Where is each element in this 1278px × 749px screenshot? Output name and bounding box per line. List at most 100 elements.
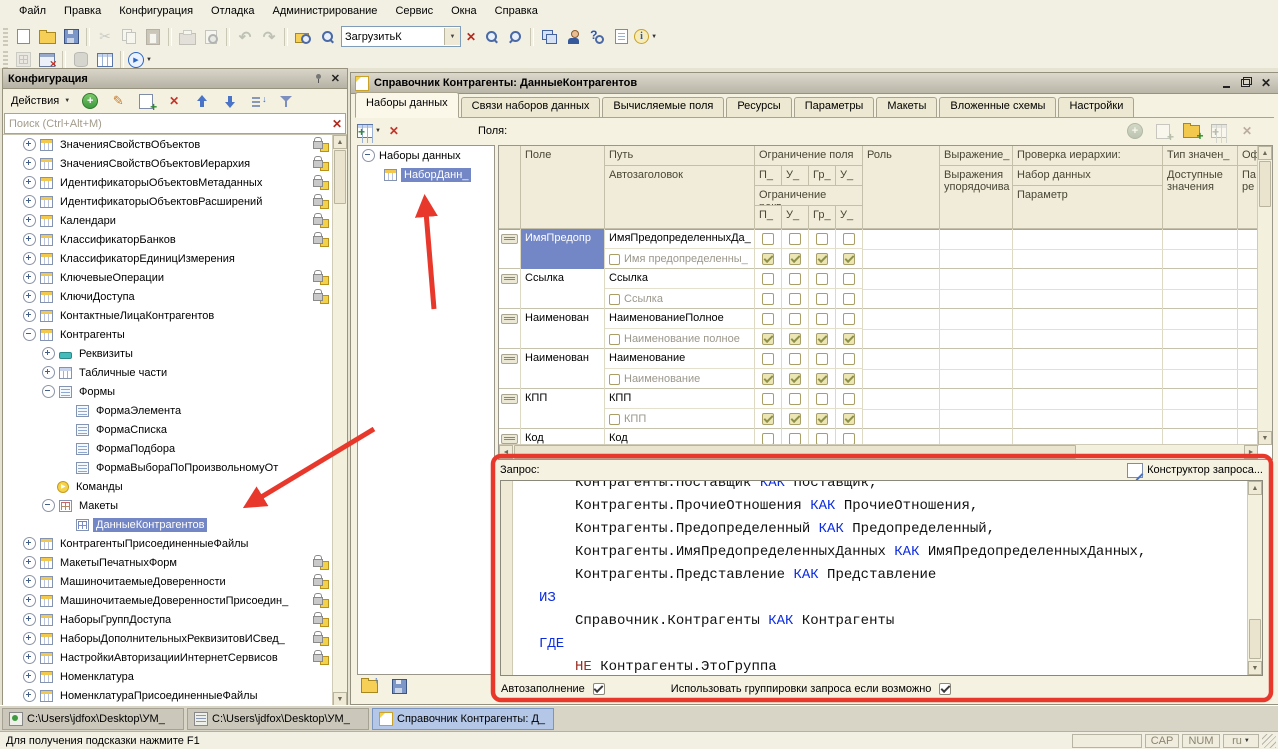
attr-restriction-checkbox[interactable] [843, 293, 855, 305]
restriction-checkbox[interactable] [843, 313, 855, 325]
attr-restriction-checkbox[interactable] [789, 253, 801, 265]
tree-item-формаподбора[interactable]: ФормаПодбора [3, 439, 347, 458]
field-name-cell[interactable]: КПП [521, 389, 605, 429]
tab-вложенные-схемы[interactable]: Вложенные схемы [939, 97, 1056, 117]
menu-item-1[interactable]: Файл [10, 2, 55, 20]
restriction-checkbox[interactable] [843, 393, 855, 405]
expand-icon[interactable] [23, 556, 36, 569]
info-button[interactable]: ▼ [634, 27, 657, 47]
delete-dataset-button[interactable] [383, 121, 405, 141]
attr-restriction-checkbox[interactable] [789, 413, 801, 425]
toolbar-grip[interactable] [3, 28, 8, 46]
scroll-down-icon[interactable]: ▼ [1248, 661, 1262, 675]
scroll-down-icon[interactable]: ▼ [1258, 431, 1272, 445]
attr-restriction-checkbox[interactable] [762, 333, 774, 345]
header-cell-mini-2[interactable]: Гр_ [809, 166, 836, 186]
clear-combobox-icon[interactable]: ✕ [463, 30, 479, 44]
tree-item-календари[interactable]: Календари [3, 211, 347, 230]
attr-restriction-checkbox[interactable] [843, 413, 855, 425]
filter-button[interactable] [277, 94, 295, 109]
expand-icon[interactable] [23, 613, 36, 626]
restriction-checkbox[interactable] [762, 353, 774, 365]
header-cell-corner[interactable] [499, 146, 521, 229]
scroll-thumb[interactable] [514, 445, 1076, 459]
tree-item-классификаторбанков[interactable]: КлассификаторБанков [3, 230, 347, 249]
restriction-checkbox[interactable] [816, 273, 828, 285]
expand-icon[interactable] [23, 670, 36, 683]
close-button[interactable]: ✕ [1258, 76, 1274, 90]
menu-item-6[interactable]: Сервис [386, 2, 442, 20]
attr-restriction-checkbox[interactable] [762, 293, 774, 305]
tab-вычисляемые-поля[interactable]: Вычисляемые поля [602, 97, 724, 117]
title-checkbox[interactable] [609, 374, 620, 385]
tree-item-идентификаторыобъектоврасширений[interactable]: ИдентификаторыОбъектовРасширений [3, 192, 347, 211]
drag-handle[interactable] [501, 354, 518, 364]
attr-restriction-checkbox[interactable] [843, 333, 855, 345]
toolbar-grip[interactable] [3, 51, 8, 69]
header-cell-col_path[interactable]: Путь [605, 146, 755, 166]
restriction-checkbox[interactable] [843, 233, 855, 245]
attr-restriction-checkbox[interactable] [816, 373, 828, 385]
template-document-button[interactable] [610, 27, 632, 47]
header-cell-mini-0[interactable]: П_ [755, 166, 782, 186]
table-view-button[interactable] [94, 50, 116, 70]
edit-button[interactable] [109, 94, 127, 109]
field-path-cell[interactable]: Ссылка [605, 269, 755, 289]
scroll-up-icon[interactable]: ▲ [1248, 481, 1262, 495]
restore-button[interactable] [1238, 76, 1254, 90]
field-path-cell[interactable]: КПП [605, 389, 755, 409]
scroll-left-icon[interactable]: ◄ [499, 445, 513, 459]
drag-handle[interactable] [501, 274, 518, 284]
attr-restriction-checkbox[interactable] [816, 293, 828, 305]
scroll-thumb[interactable] [1259, 161, 1271, 207]
scroll-up-icon[interactable]: ▲ [1258, 146, 1272, 160]
expand-icon[interactable] [23, 594, 36, 607]
tree-item-формаэлемента[interactable]: ФормаЭлемента [3, 401, 347, 420]
tree-item-идентификаторыобъектовметаданных[interactable]: ИдентификаторыОбъектовМетаданных [3, 173, 347, 192]
menu-item-4[interactable]: Отладка [202, 2, 263, 20]
taskbar-tab-1[interactable]: C:\Users\jdfox\Desktop\УМ_ [2, 708, 184, 730]
query-text-editor[interactable]: Контрагенты.Поставщик КАК Поставщик,Конт… [500, 480, 1263, 676]
restriction-checkbox[interactable] [762, 273, 774, 285]
undo-button[interactable] [234, 27, 256, 47]
load-settings-button[interactable] [358, 676, 380, 696]
restriction-checkbox[interactable] [762, 313, 774, 325]
expand-icon[interactable] [23, 176, 36, 189]
tree-item-значениясвойствобъектовиерархия[interactable]: ЗначенияСвойствОбъектовИерархия [3, 154, 347, 173]
datasets-root-row[interactable]: Наборы данных [358, 146, 494, 165]
attr-restriction-checkbox[interactable] [789, 333, 801, 345]
taskbar-tab-3[interactable]: Справочник Контрагенты: Д_ [372, 708, 554, 730]
tree-item-табличные части[interactable]: Табличные части [3, 363, 347, 382]
tree-item-ключидоступа[interactable]: КлючиДоступа [3, 287, 347, 306]
tab-связи-наборов-данных[interactable]: Связи наборов данных [461, 97, 601, 117]
tab-настройки[interactable]: Настройки [1058, 97, 1134, 117]
copy-window-button[interactable] [538, 27, 560, 47]
expand-icon[interactable] [23, 689, 36, 702]
menu-item-7[interactable]: Окна [442, 2, 486, 20]
header-cell-mini-1[interactable]: У_ [782, 206, 809, 229]
drag-handle[interactable] [501, 434, 518, 444]
header-cell-col_expr_sub[interactable]: Выражения упорядочива [940, 166, 1013, 229]
tree-scrollbar[interactable]: ▲ ▼ [332, 135, 347, 706]
restriction-checkbox[interactable] [762, 233, 774, 245]
restriction-checkbox[interactable] [816, 313, 828, 325]
field-path-cell[interactable]: Наименование [605, 349, 755, 369]
field-title-cell[interactable]: Наименование полное [605, 329, 755, 349]
print-button[interactable] [176, 27, 198, 47]
field-title-cell[interactable]: Имя предопределенны_ [605, 249, 755, 269]
query-builder-link[interactable]: Конструктор запроса... [1127, 463, 1263, 478]
save-file-button[interactable] [60, 27, 82, 47]
search-combobox-input[interactable] [342, 31, 444, 43]
expand-icon[interactable] [23, 252, 36, 265]
print-preview-button[interactable] [200, 27, 222, 47]
tree-item-ключевыеоперации[interactable]: КлючевыеОперации [3, 268, 347, 287]
tree-item-формы[interactable]: Формы [3, 382, 347, 401]
add-copy-button[interactable] [137, 94, 155, 109]
minimize-button[interactable] [1218, 76, 1234, 90]
save-settings-button[interactable] [388, 676, 410, 696]
actions-menu-button[interactable]: Действия ▼ [7, 93, 74, 109]
title-checkbox[interactable] [609, 334, 620, 345]
restriction-checkbox[interactable] [816, 353, 828, 365]
header-cell-mini-2[interactable]: Гр_ [809, 206, 836, 229]
expand-icon[interactable] [42, 347, 55, 360]
